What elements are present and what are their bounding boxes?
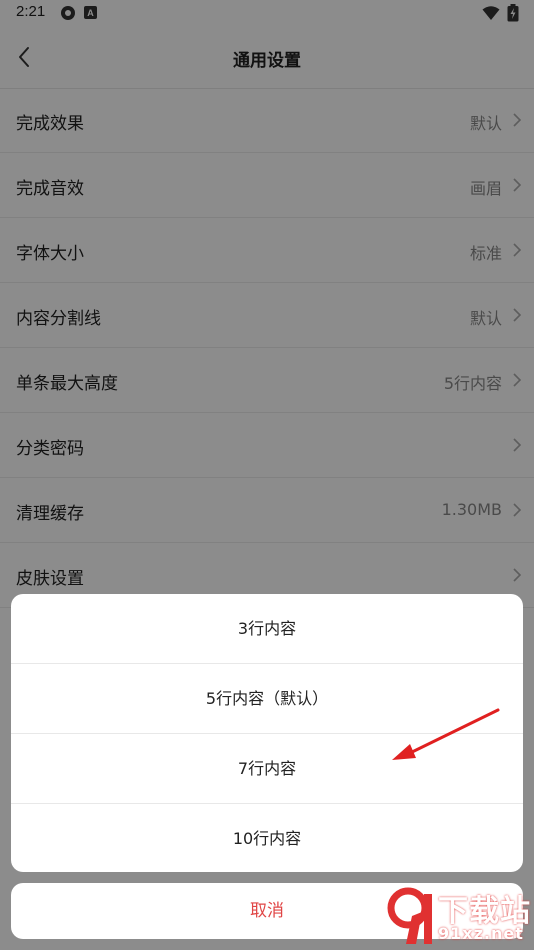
watermark-url: 91xz.net	[438, 924, 524, 943]
screen: 2:21 A 通用设置 完成效果 默认 完成音效 画眉 字体大小 标准 内容分割…	[0, 0, 534, 950]
option-10-lines[interactable]: 10行内容	[11, 804, 523, 872]
annotation-arrow-icon	[392, 708, 500, 760]
watermark-logo-icon	[387, 887, 432, 944]
watermark-logo: 下载站 91xz.net	[386, 886, 532, 948]
option-3-lines[interactable]: 3行内容	[11, 594, 523, 664]
